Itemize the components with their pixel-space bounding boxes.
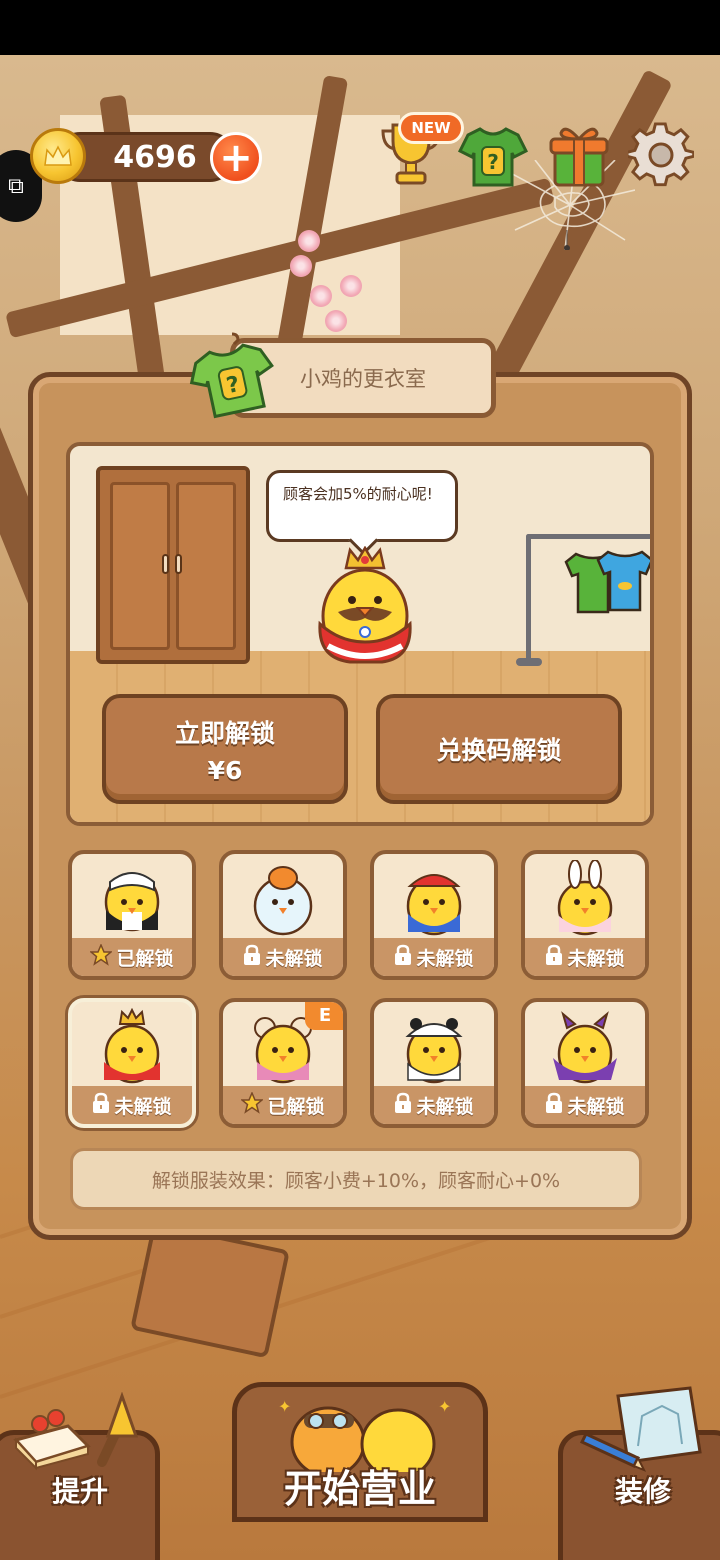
chick-costume-image [374, 1002, 494, 1094]
costume-status-label: 未解锁 [567, 947, 625, 970]
lock-icon [545, 944, 563, 971]
costume-status: 未解锁 [72, 1086, 192, 1124]
costume-status: 未解锁 [525, 938, 645, 976]
wardrobe [96, 466, 250, 664]
nav-decorate-label[interactable]: 装修 [578, 1470, 708, 1510]
costume-status: 未解锁 [525, 1086, 645, 1124]
cherry-blossom [340, 275, 362, 297]
unlock-now-button[interactable]: 立即解锁 ¥6 [102, 694, 348, 804]
hanging-shirts [564, 550, 650, 614]
costume-badge: E [305, 1002, 343, 1030]
start-business-label[interactable]: 开始营业 [232, 1458, 488, 1513]
chick-king-costume [318, 546, 412, 664]
clothes-rack [526, 534, 531, 664]
chick-costume-image [525, 854, 645, 946]
lock-icon [394, 944, 412, 971]
unlock-now-label: 立即解锁 [174, 718, 275, 748]
costume-effect-text: 解锁服装效果：顾客小费+10%，顾客耐心+0% [70, 1148, 642, 1210]
redeem-code-button[interactable]: 兑换码解锁 [376, 694, 622, 804]
gift-icon[interactable] [544, 120, 614, 190]
costume-status: 未解锁 [374, 1086, 494, 1124]
cherry-blossom [298, 230, 320, 252]
coin-count: 4696 [113, 140, 197, 175]
cherry-blossom [325, 310, 347, 332]
crown-coin-icon [30, 128, 86, 184]
gear-icon[interactable] [626, 120, 696, 190]
wooden-crate [130, 1221, 290, 1359]
costume-status-label: 已解锁 [267, 1095, 325, 1118]
mystery-shirt-icon[interactable]: ? [458, 122, 528, 192]
nav-upgrade-label[interactable]: 提升 [20, 1470, 140, 1510]
costume-status-label: 未解锁 [416, 947, 474, 970]
lock-icon [243, 944, 261, 971]
costume-card[interactable]: 未解锁 [370, 998, 498, 1128]
star-icon [89, 942, 114, 971]
chick-costume-image [374, 854, 494, 946]
costume-status: 已解锁 [223, 1086, 343, 1124]
costume-status-label: 已解锁 [116, 947, 174, 970]
star-icon [240, 1090, 265, 1119]
cherry-blossom [310, 285, 332, 307]
chick-costume-image [72, 854, 192, 946]
costume-card[interactable]: 未解锁 [219, 850, 347, 980]
unlock-price: ¥6 [207, 755, 243, 785]
clothes-rack-base [516, 658, 542, 666]
costume-status-label: 未解锁 [416, 1095, 474, 1118]
costume-card[interactable]: 未解锁 [68, 998, 196, 1128]
cake-upgrade-icon [13, 1392, 139, 1471]
costume-status-label: 未解锁 [265, 947, 323, 970]
costume-status: 未解锁 [374, 938, 494, 976]
redeem-code-label: 兑换码解锁 [436, 736, 562, 765]
lock-icon [545, 1092, 563, 1119]
new-badge: NEW [398, 112, 464, 144]
costume-card[interactable]: 未解锁 [370, 850, 498, 980]
costume-status-label: 未解锁 [114, 1095, 172, 1118]
costume-card[interactable]: 已解锁 E [219, 998, 347, 1128]
chick-costume-image [525, 1002, 645, 1094]
cherry-blossom [290, 255, 312, 277]
chick-costume-image [223, 854, 343, 946]
costume-card[interactable]: 已解锁 [68, 850, 196, 980]
status-bar [0, 0, 720, 55]
svg-text:✦: ✦ [438, 1397, 451, 1416]
svg-text:?: ? [487, 150, 499, 174]
speech-bubble: 顾客会加5%的耐心呢! [266, 470, 458, 542]
svg-text:✦: ✦ [278, 1397, 291, 1416]
mystery-shirt-icon: ? [189, 332, 274, 419]
add-coins-button[interactable]: + [210, 132, 262, 184]
lock-icon [92, 1092, 110, 1119]
blueprint-decorate-icon [579, 1386, 702, 1472]
costume-status: 未解锁 [223, 938, 343, 976]
costume-card[interactable]: 未解锁 [521, 850, 649, 980]
dressing-room-scene: 顾客会加5%的耐心呢! 立即解锁 ¥6 兑换码解锁 [66, 442, 654, 826]
costume-status: 已解锁 [72, 938, 192, 976]
lock-icon [394, 1092, 412, 1119]
costume-card[interactable]: 未解锁 [521, 998, 649, 1128]
chick-costume-image [72, 1002, 192, 1094]
costume-status-label: 未解锁 [567, 1095, 625, 1118]
